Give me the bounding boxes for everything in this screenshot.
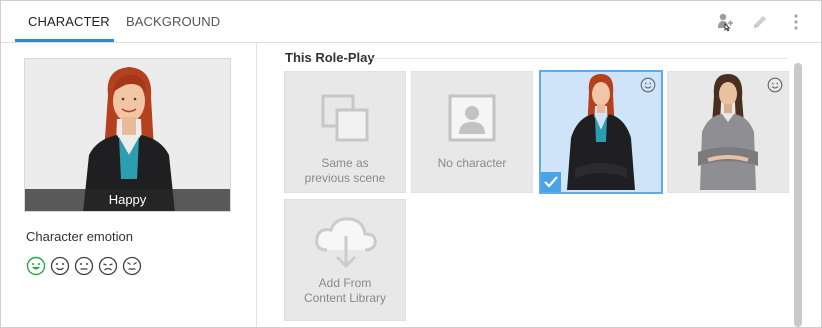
more-vertical-icon[interactable]	[786, 12, 806, 32]
section-title: This Role-Play	[285, 50, 375, 65]
copy-scene-icon	[321, 94, 369, 142]
tab-character[interactable]: CHARACTER	[28, 1, 110, 43]
no-character-icon	[448, 94, 496, 142]
tile-label: Add From	[318, 276, 372, 290]
selected-checkmark	[541, 172, 561, 192]
tile-label: Content Library	[303, 291, 387, 305]
emotion-label: Character emotion	[26, 229, 133, 244]
tab-background[interactable]: BACKGROUND	[126, 1, 220, 43]
section-divider	[372, 58, 788, 59]
tile-label: previous scene	[304, 171, 386, 185]
scrollbar[interactable]	[794, 63, 802, 327]
tile-character-redhead[interactable]	[539, 70, 663, 194]
tile-character-brunette[interactable]	[667, 71, 789, 193]
character-preview: Happy	[24, 58, 231, 212]
edit-icon[interactable]	[750, 12, 770, 32]
character-gallery: This Role-Play Same as previous scene No…	[258, 43, 821, 327]
smile-icon	[767, 77, 783, 93]
scrollbar-thumb[interactable]	[794, 63, 802, 327]
smile-icon	[640, 77, 656, 93]
character-panel: CHARACTER BACKGROUND Happy Character emo…	[0, 0, 822, 328]
check-icon	[544, 176, 558, 188]
content-emotion-icon[interactable]	[50, 256, 70, 276]
emotion-caption: Happy	[25, 189, 230, 211]
tile-label: No character	[437, 156, 507, 170]
sad-emotion-icon[interactable]	[98, 256, 118, 276]
emotion-selector	[26, 256, 142, 276]
tile-add-from-library[interactable]: Add From Content Library	[284, 199, 406, 321]
add-character-icon[interactable]	[715, 12, 735, 32]
tile-same-as-previous[interactable]: Same as previous scene	[284, 71, 406, 193]
tile-label: Same as	[321, 156, 369, 170]
tile-no-character[interactable]: No character	[411, 71, 533, 193]
preview-panel: Happy Character emotion	[1, 43, 257, 327]
happy-emotion-icon[interactable]	[26, 256, 46, 276]
active-tab-indicator	[15, 39, 114, 42]
neutral-emotion-icon[interactable]	[74, 256, 94, 276]
cloud-download-icon	[315, 217, 377, 269]
angry-emotion-icon[interactable]	[122, 256, 142, 276]
tab-bar: CHARACTER BACKGROUND	[1, 1, 821, 43]
